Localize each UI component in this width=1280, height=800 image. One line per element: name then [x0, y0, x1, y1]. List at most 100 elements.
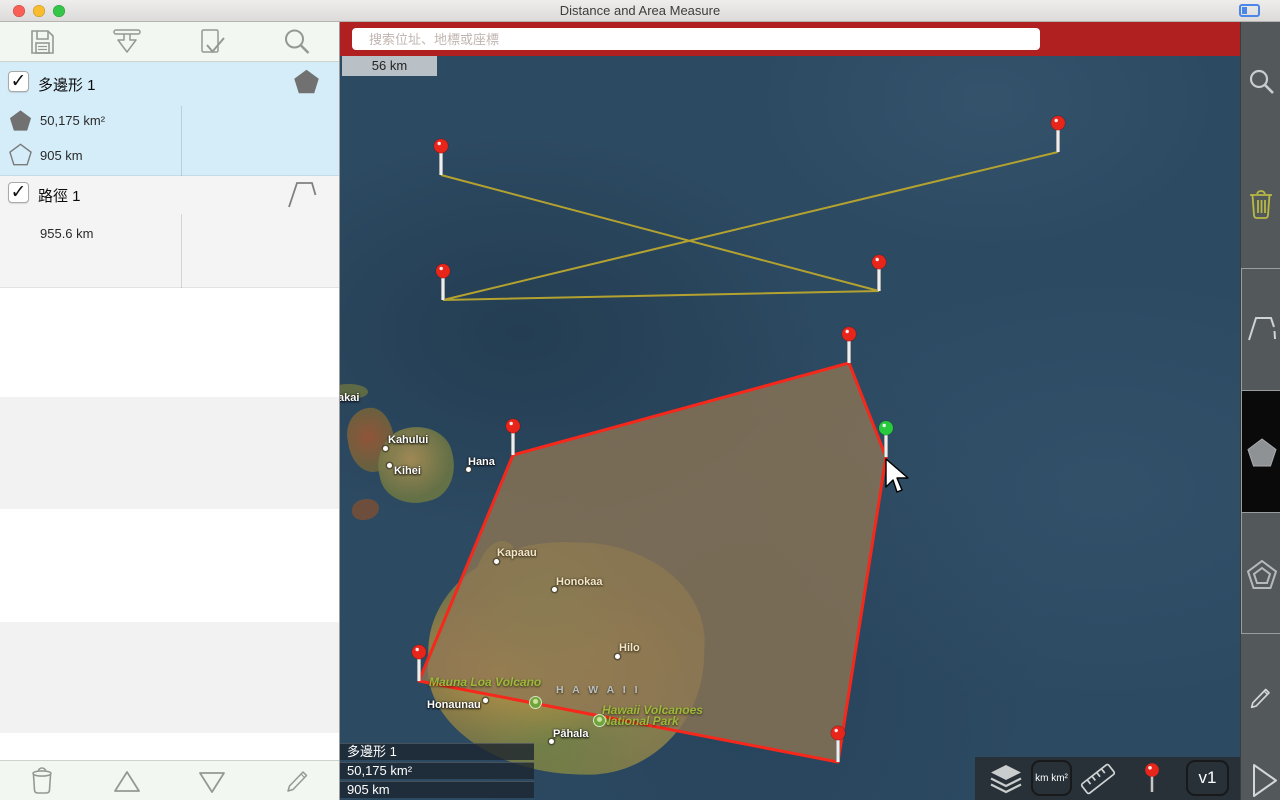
- map-search-button[interactable]: [1246, 67, 1276, 102]
- checkmark: ✓: [10, 71, 27, 92]
- tool-polygon-outline[interactable]: [1241, 512, 1280, 634]
- empty-row: [0, 397, 339, 509]
- column-divider: [181, 106, 182, 176]
- draw-freehand-button[interactable]: [1246, 682, 1276, 717]
- map-pin[interactable]: [830, 725, 846, 762]
- map-label: Hilo: [619, 642, 640, 654]
- scale-indicator: 56 km: [342, 56, 437, 76]
- polygon-tool-icon: [1247, 438, 1277, 467]
- measurement-list: ✓ 多邊形 1 50,175 km² 905 km ✓ 路徑 1 955.6 k…: [0, 62, 339, 760]
- search-strip: [340, 22, 1240, 56]
- trash-icon: [32, 767, 52, 794]
- search-icon: [1249, 69, 1274, 94]
- map-label-dot: [466, 467, 471, 472]
- mouse-cursor: [885, 458, 909, 493]
- delete-button[interactable]: [26, 765, 60, 797]
- save-button[interactable]: [26, 26, 60, 58]
- panel-toolbar: [0, 22, 339, 62]
- map-pin[interactable]: [871, 254, 887, 291]
- pin-icon: [1145, 763, 1159, 792]
- units-label: km km²: [1035, 772, 1068, 784]
- map-pin[interactable]: [878, 420, 894, 457]
- tools-sidebar: [1240, 22, 1280, 800]
- item-title: 路徑 1: [38, 188, 81, 205]
- area-pentagon-icon: [9, 110, 32, 131]
- map-label: Hawaii Volcanoes National Park: [602, 703, 703, 728]
- save-icon: [31, 30, 54, 54]
- draw-tools: [1241, 268, 1280, 634]
- tab-overview-icon[interactable]: [1239, 4, 1260, 17]
- map-label-dot: [615, 654, 620, 659]
- measured-path: [440, 151, 1059, 301]
- perimeter-pentagon-icon: [9, 143, 32, 166]
- move-up-button[interactable]: [111, 765, 145, 797]
- pencil-icon: [287, 771, 308, 792]
- document-check-icon: [201, 29, 225, 54]
- app-window: Distance and Area Measure ✓ 多邊形 1 50,175…: [0, 0, 1280, 800]
- rename-button[interactable]: [281, 765, 315, 797]
- path-type-icon: [288, 182, 317, 208]
- layers-button[interactable]: [988, 763, 1024, 800]
- visibility-checkbox[interactable]: ✓: [8, 71, 29, 92]
- version-button[interactable]: v1: [1186, 760, 1229, 796]
- map-label: akai: [340, 392, 360, 404]
- tool-polygon[interactable]: [1241, 390, 1280, 512]
- length-value: 955.6 km: [40, 226, 94, 241]
- collapse-sidebar-button[interactable]: [1246, 762, 1277, 800]
- ruler-button[interactable]: [1079, 761, 1117, 800]
- export-button[interactable]: [111, 26, 145, 58]
- map-pin[interactable]: [433, 138, 449, 175]
- empty-row: [0, 288, 339, 397]
- pin-tool-button[interactable]: [1142, 761, 1162, 800]
- visibility-checkbox[interactable]: ✓: [8, 182, 29, 203]
- map-label: Kahului: [388, 434, 429, 446]
- perimeter-value: 905 km: [40, 148, 83, 163]
- column-divider: [181, 214, 182, 288]
- list-item-polygon-1[interactable]: ✓ 多邊形 1 50,175 km² 905 km: [0, 62, 339, 176]
- map-label-dot: [387, 463, 392, 468]
- pencil-icon: [1250, 688, 1270, 709]
- map-label: Kapaau: [497, 547, 537, 559]
- title-bar: Distance and Area Measure: [0, 0, 1280, 22]
- overlay-perimeter: 905 km: [340, 781, 534, 798]
- park-poi-icon: [593, 714, 606, 727]
- empty-row: [0, 509, 339, 622]
- map-delete-button[interactable]: [1246, 188, 1276, 227]
- layers-icon: [990, 765, 1022, 794]
- map-canvas[interactable]: akai Kahului Kihei Hana Kapaau Honokaa Hilo Mau…: [340, 22, 1240, 800]
- map-label: Honokaa: [556, 576, 603, 588]
- search-icon: [285, 29, 310, 54]
- map-toolbar: km km² v1: [975, 757, 1240, 800]
- map-label: H A W A I I: [556, 684, 641, 696]
- trash-icon: [1250, 190, 1272, 219]
- play-triangle-icon: [1253, 764, 1277, 797]
- triangle-down-icon: [199, 772, 225, 793]
- overlay-area: 50,175 km²: [340, 762, 534, 779]
- move-down-button[interactable]: [196, 765, 230, 797]
- triangle-up-icon: [114, 771, 140, 792]
- map-label: Hana: [468, 456, 495, 468]
- map-label: Pāhala: [553, 728, 589, 740]
- map-pin[interactable]: [435, 263, 451, 300]
- version-label: v1: [1198, 768, 1217, 787]
- map-label-dot: [483, 698, 488, 703]
- map-pin[interactable]: [505, 418, 521, 455]
- map-label-dot: [549, 739, 554, 744]
- item-title: 多邊形 1: [38, 77, 96, 94]
- ruler-icon: [1080, 763, 1116, 795]
- validate-button[interactable]: [196, 26, 230, 58]
- units-button[interactable]: km km²: [1031, 760, 1072, 796]
- map-pin[interactable]: [841, 326, 857, 363]
- empty-row: [0, 622, 339, 733]
- park-poi-icon: [529, 696, 542, 709]
- empty-row: [0, 733, 339, 760]
- search-button[interactable]: [281, 26, 315, 58]
- map-label: Kihei: [394, 465, 421, 477]
- map-pin[interactable]: [1050, 115, 1066, 152]
- measurements-panel: ✓ 多邊形 1 50,175 km² 905 km ✓ 路徑 1 955.6 k…: [0, 22, 340, 800]
- search-input[interactable]: [352, 28, 1040, 50]
- tool-path[interactable]: [1241, 268, 1280, 390]
- map-pin[interactable]: [411, 644, 427, 681]
- list-item-path-1[interactable]: ✓ 路徑 1 955.6 km: [0, 176, 339, 288]
- area-value: 50,175 km²: [40, 113, 106, 128]
